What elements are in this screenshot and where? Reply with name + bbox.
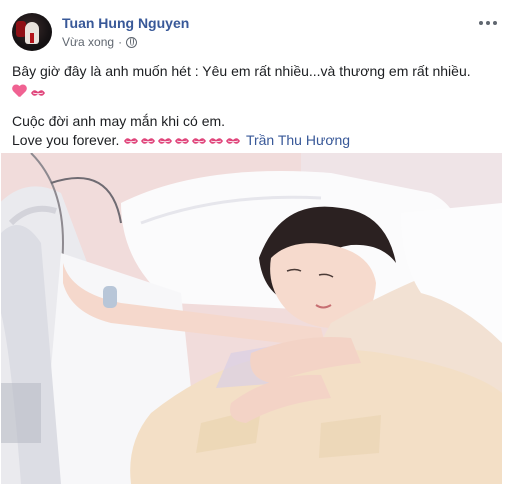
photo-illustration (1, 153, 502, 484)
kiss-emoji (192, 138, 207, 144)
kiss-emoji (226, 138, 241, 144)
post-timestamp[interactable]: Vừa xong (62, 35, 114, 49)
author-name[interactable]: Tuan Hung Nguyen (62, 15, 189, 31)
kiss-emoji (158, 138, 173, 144)
post-meta: Vừa xong · (62, 35, 138, 49)
kiss-emoji (175, 138, 190, 144)
post-text: Bây giờ đây là anh muốn hét : Yêu em rất… (12, 62, 492, 150)
more-options-icon[interactable] (476, 15, 500, 31)
kiss-emoji-row (123, 132, 242, 148)
love-text: Love you forever. (12, 132, 120, 148)
kiss-emoji (209, 138, 224, 144)
kiss-emoji (141, 138, 156, 144)
post-line-1: Bây giờ đây là anh muốn hét : Yêu em rất… (12, 63, 471, 79)
kiss-emoji (124, 138, 139, 144)
kiss-emoji (30, 90, 45, 96)
mention-link[interactable]: Trần Thu Hương (246, 132, 350, 148)
globe-icon[interactable] (126, 36, 138, 48)
post-line-3: Cuộc đời anh may mắn khi có em. (12, 113, 226, 129)
meta-separator: · (118, 35, 123, 49)
post-line-2 (12, 83, 492, 102)
post-header: Tuan Hung Nguyen Vừa xong · (12, 13, 500, 53)
post-line-4: Love you forever. Trần Thu Hương (12, 131, 492, 150)
avatar[interactable] (12, 13, 52, 51)
heart-emoji (12, 85, 26, 98)
post-photo[interactable] (1, 153, 502, 484)
